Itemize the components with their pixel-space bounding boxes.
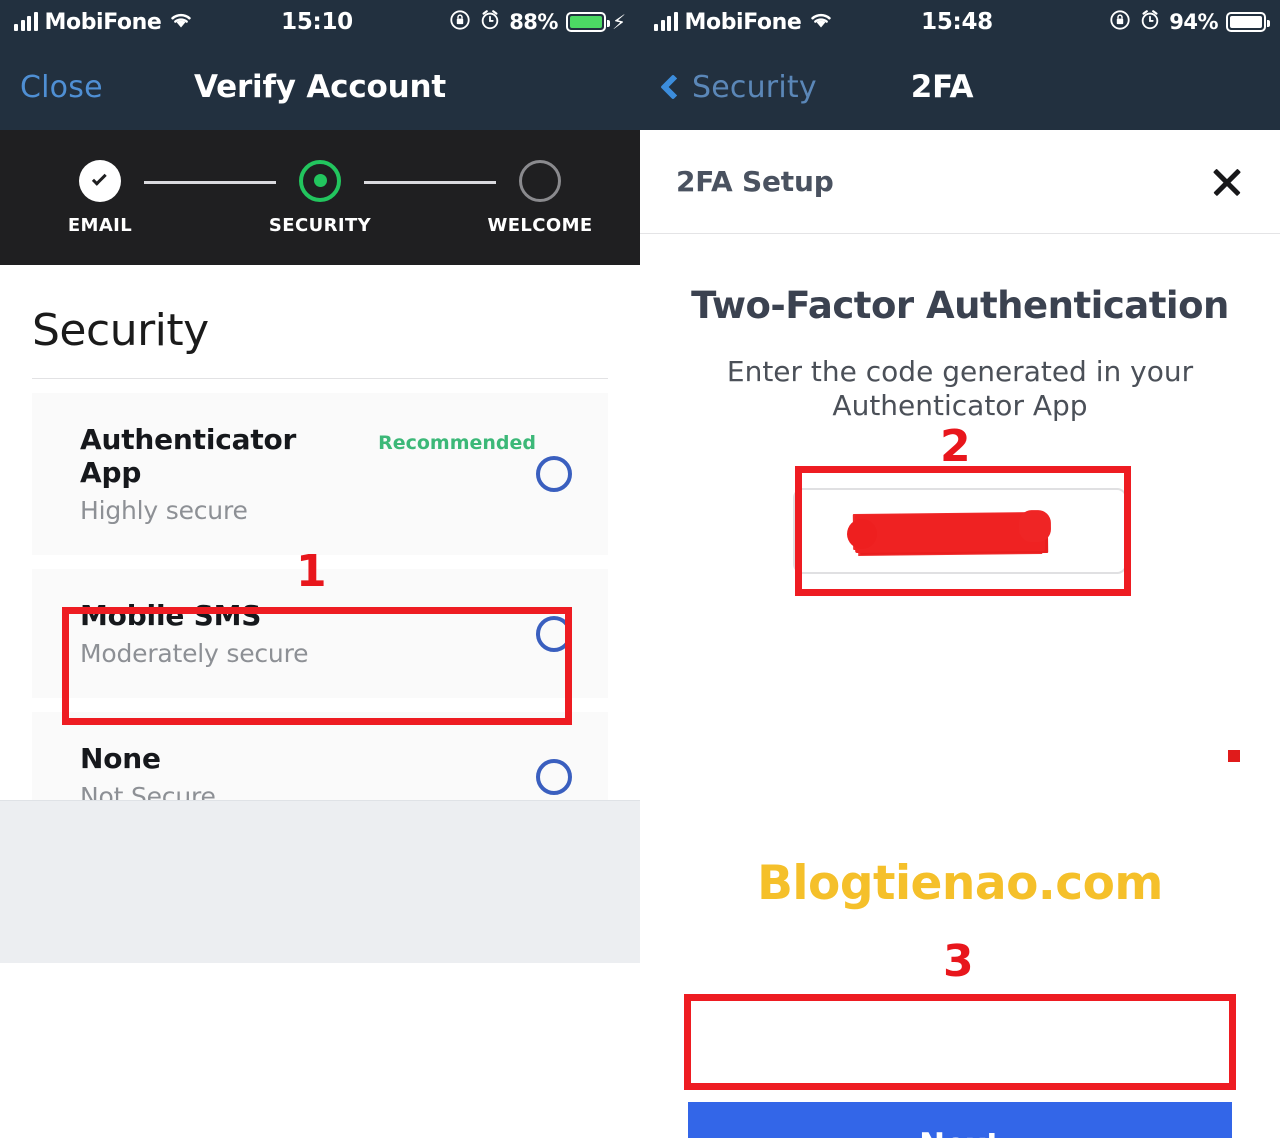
status-bar-left-group: MobiFone xyxy=(654,10,869,35)
step-label-security: SECURITY xyxy=(268,214,372,236)
redaction-mark xyxy=(854,513,1046,554)
step-label-welcome: WELCOME xyxy=(487,214,593,236)
step-welcome[interactable]: WELCOME xyxy=(487,159,592,236)
option-authenticator-app[interactable]: Authenticator App Recommended Highly sec… xyxy=(32,393,608,555)
chevron-left-icon xyxy=(660,74,686,100)
annotation-number-3: 3 xyxy=(943,936,974,987)
two-factor-heading: Two-Factor Authentication xyxy=(691,284,1229,327)
option-text-block: Mobile SMS Moderately secure xyxy=(80,599,308,668)
battery-icon xyxy=(565,12,610,32)
modal-header: 2FA Setup xyxy=(640,130,1280,234)
option-title-row: Mobile SMS xyxy=(80,599,308,632)
charging-bolt-icon: ⚡ xyxy=(611,10,626,34)
option-title-row: Authenticator App Recommended xyxy=(80,423,536,489)
option-text-block: Authenticator App Recommended Highly sec… xyxy=(80,423,536,525)
modal-body: Two-Factor Authentication Enter the code… xyxy=(640,234,1280,1138)
step-connector-1 xyxy=(144,181,276,184)
option-subtitle: Highly secure xyxy=(80,496,248,525)
battery-percent-label: 94% xyxy=(1169,10,1218,34)
nav-bar-left: Close Verify Account xyxy=(0,44,640,130)
battery-percent-label: 88% xyxy=(509,10,558,34)
back-button[interactable]: Security xyxy=(660,70,817,105)
status-bar-right: MobiFone 15:48 94% xyxy=(640,0,1280,44)
close-button-label: Close xyxy=(20,69,103,105)
carrier-label: MobiFone xyxy=(684,9,802,35)
step-active-dot-icon xyxy=(299,159,341,202)
modal-title: 2FA Setup xyxy=(676,165,834,198)
step-check-icon xyxy=(79,159,121,202)
code-input[interactable] xyxy=(793,488,1127,575)
heading-divider xyxy=(32,378,608,379)
step-label-email: EMAIL xyxy=(67,214,133,236)
nav-bar-right: Security 2FA xyxy=(640,44,1280,130)
annotation-number-1: 1 xyxy=(296,546,327,597)
alarm-clock-icon xyxy=(479,9,501,35)
status-bar-left: MobiFone 15:10 88% ⚡ xyxy=(0,0,640,44)
security-options-content: Security Authenticator App Recommended H… xyxy=(0,265,640,963)
progress-stepper: EMAIL SECURITY WELCOME xyxy=(0,130,640,265)
recommended-badge: Recommended xyxy=(378,432,536,454)
two-factor-instruction: Enter the code generated in your Authent… xyxy=(726,355,1194,422)
left-phone-screenshot: MobiFone 15:10 88% ⚡ Close Verify Accoun… xyxy=(0,0,640,1138)
page-heading-security: Security xyxy=(32,305,209,356)
alarm-clock-icon xyxy=(1139,9,1161,35)
wifi-icon xyxy=(808,10,834,34)
rotation-lock-icon xyxy=(1109,9,1131,35)
signal-bars-icon xyxy=(14,12,38,31)
radio-none[interactable] xyxy=(536,758,572,795)
battery-icon xyxy=(1226,12,1270,32)
option-title-row: None xyxy=(80,742,216,775)
status-bar-clock: 15:48 xyxy=(921,9,993,35)
rotation-lock-icon xyxy=(449,9,471,35)
option-title: None xyxy=(80,742,161,775)
option-subtitle: Moderately secure xyxy=(80,639,309,668)
annotation-number-2: 2 xyxy=(940,421,971,472)
close-button[interactable]: Close xyxy=(20,70,103,105)
right-phone-screenshot: MobiFone 15:48 94% Security 2FA 2FA Setu… xyxy=(640,0,1280,1138)
step-security[interactable]: SECURITY xyxy=(269,159,371,236)
option-title: Authenticator App xyxy=(80,423,297,489)
code-input-wrapper xyxy=(793,488,1127,575)
screenshot-stage: MobiFone 15:10 88% ⚡ Close Verify Accoun… xyxy=(0,0,1280,1138)
option-title: Mobile SMS xyxy=(80,599,262,632)
status-bar-right-group: 88% ⚡ xyxy=(411,9,626,35)
page-background-filler xyxy=(0,800,640,963)
red-mark-dot xyxy=(1228,750,1240,762)
status-bar-left-group: MobiFone xyxy=(14,10,229,35)
step-connector-2 xyxy=(364,181,496,184)
radio-authenticator-app[interactable] xyxy=(536,456,572,492)
status-bar-right-group: 94% xyxy=(1051,9,1270,35)
status-bar-clock: 15:10 xyxy=(281,9,353,35)
signal-bars-icon xyxy=(654,12,678,31)
step-empty-circle-icon xyxy=(519,159,561,202)
wifi-icon xyxy=(168,10,194,34)
next-button[interactable]: Next xyxy=(688,1102,1232,1138)
radio-mobile-sms[interactable] xyxy=(536,615,572,652)
back-button-label: Security xyxy=(692,69,817,105)
step-email[interactable]: EMAIL xyxy=(56,159,144,236)
watermark-label: Blogtienao.com xyxy=(757,856,1163,911)
carrier-label: MobiFone xyxy=(44,9,162,35)
close-icon[interactable] xyxy=(1210,165,1244,199)
